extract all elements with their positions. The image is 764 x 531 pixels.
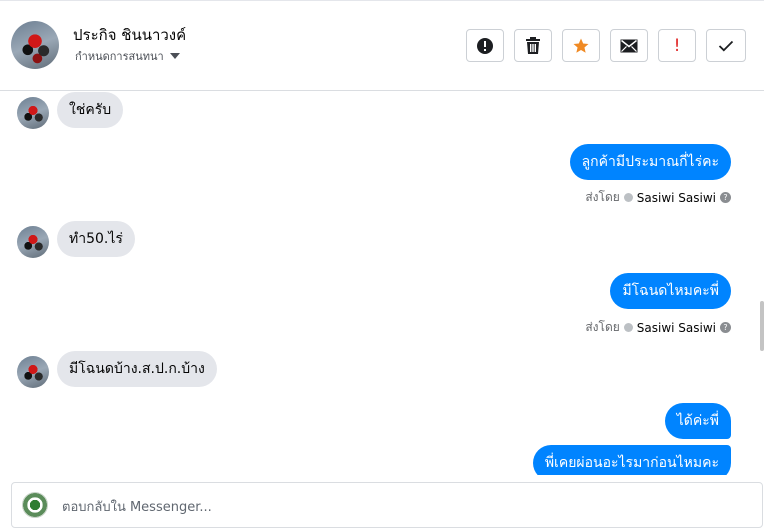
- thread-scrollbar[interactable]: [760, 301, 764, 351]
- contact-avatar-small: [17, 97, 49, 129]
- help-icon[interactable]: ?: [720, 322, 731, 333]
- outgoing-message[interactable]: ลูกค้ามีประมาณกี่ไร่คะ: [569, 144, 731, 180]
- outgoing-message[interactable]: ได้ค่ะพี่: [664, 403, 731, 439]
- sent-by-info: ส่งโดย Sasiwi Sasiwi ?: [585, 188, 731, 207]
- sender-status-icon: [623, 323, 633, 332]
- star-button[interactable]: [562, 29, 600, 62]
- caret-down-icon[interactable]: [169, 53, 180, 59]
- mark-important-button[interactable]: !: [658, 29, 696, 62]
- mark-unread-button[interactable]: [610, 29, 648, 62]
- contact-avatar[interactable]: [11, 21, 59, 69]
- envelope-icon: [620, 39, 638, 52]
- sent-by-label: ส่งโดย: [585, 190, 620, 204]
- check-icon: [718, 40, 734, 51]
- incoming-message[interactable]: ใช่ครับ: [57, 92, 124, 128]
- mark-spam-button[interactable]: [466, 29, 504, 62]
- contact-avatar-small: [17, 226, 49, 258]
- trash-icon: [526, 36, 540, 54]
- alert-circle-icon: [477, 37, 493, 54]
- reply-composer: [11, 482, 763, 528]
- reply-input[interactable]: [60, 495, 744, 519]
- sent-by-info: ส่งโดย Sasiwi Sasiwi ?: [585, 318, 731, 337]
- mark-done-button[interactable]: [706, 29, 746, 62]
- conversation-header: ประกิจ ชินนาวงค์ กำหนดการสนทนา !: [0, 1, 764, 91]
- help-icon[interactable]: ?: [720, 192, 731, 203]
- exclamation-icon: !: [673, 35, 681, 56]
- incoming-message[interactable]: มีโฉนดบ้าง.ส.ป.ก.บ้าง: [57, 351, 217, 387]
- incoming-message[interactable]: ทำ50.ไร่: [57, 221, 135, 257]
- conversation-settings-label: กำหนดการสนทนา: [75, 50, 164, 63]
- sender-name[interactable]: Sasiwi Sasiwi: [637, 321, 716, 335]
- sent-by-label: ส่งโดย: [585, 320, 620, 334]
- outgoing-message[interactable]: พี่เคยผ่อนอะไรมาก่อนไหมคะ: [532, 445, 731, 475]
- message-thread[interactable]: ใช่ครับ ลูกค้ามีประมาณกี่ไร่คะ ส่งโดย Sa…: [0, 91, 764, 475]
- contact-name[interactable]: ประกิจ ชินนาวงค์: [73, 23, 186, 47]
- delete-button[interactable]: [514, 29, 552, 62]
- sender-name[interactable]: Sasiwi Sasiwi: [637, 191, 716, 205]
- page-avatar: [22, 492, 48, 518]
- contact-avatar-small: [17, 356, 49, 388]
- star-icon: [573, 38, 589, 53]
- sender-status-icon: [623, 193, 633, 202]
- conversation-settings-dropdown[interactable]: กำหนดการสนทนา: [75, 47, 180, 65]
- outgoing-message[interactable]: มีโฉนดไหมคะพี่: [610, 273, 731, 309]
